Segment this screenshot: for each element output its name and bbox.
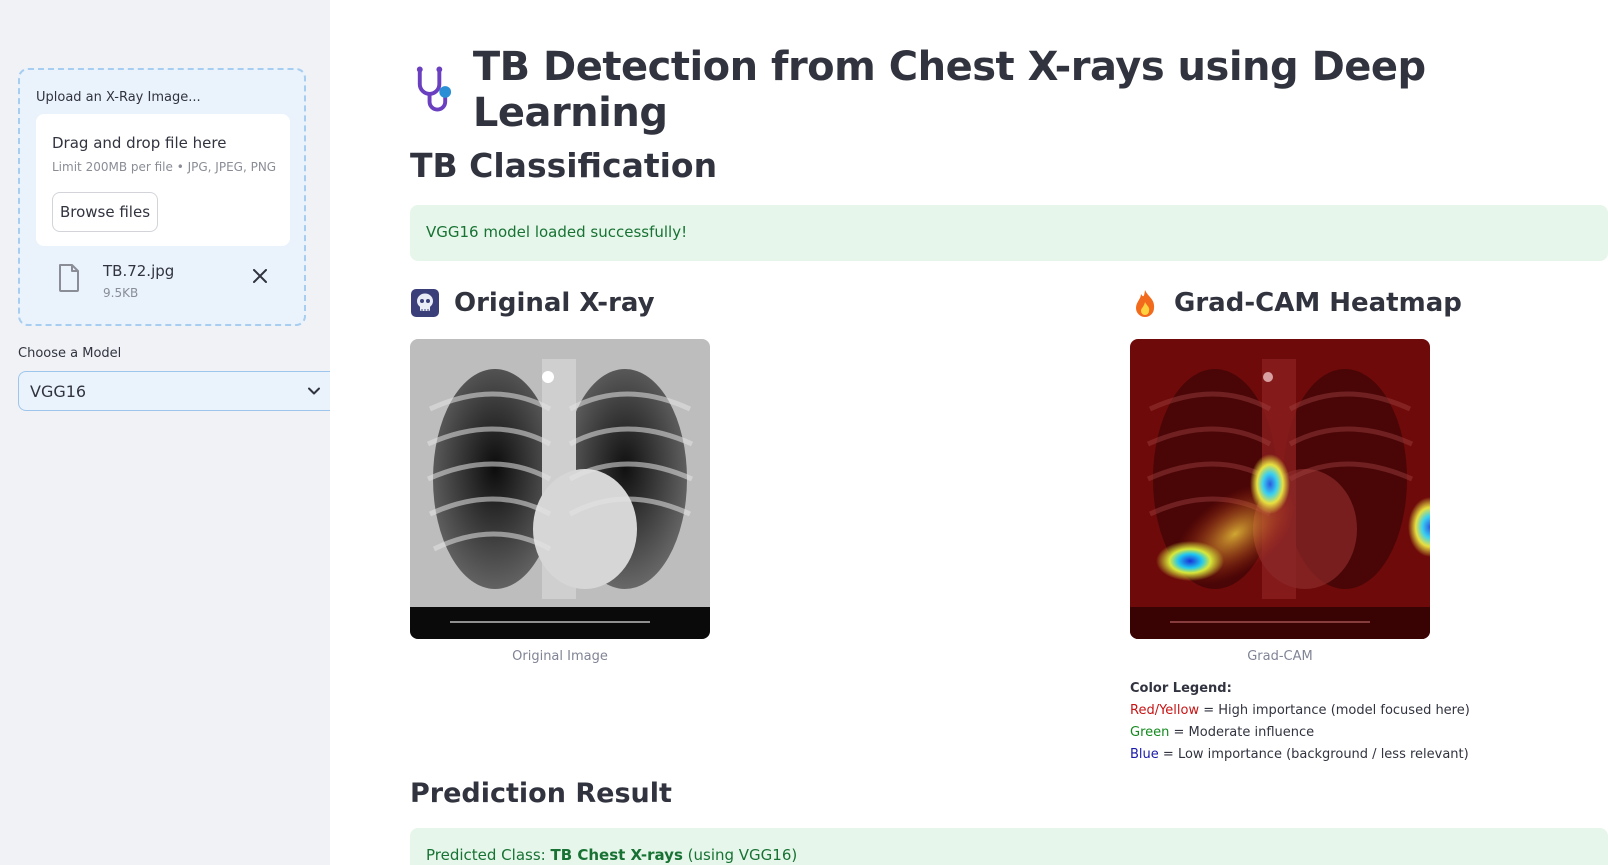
legend-item-green: Green = Moderate influence — [1130, 722, 1470, 744]
model-select[interactable]: VGG16 — [18, 371, 330, 411]
prediction-alert: Predicted Class: TB Chest X-rays (using … — [410, 828, 1608, 865]
prediction-text: Predicted Class: TB Chest X-rays (using … — [426, 846, 797, 864]
legend-desc: = High importance (model focused here) — [1203, 703, 1470, 718]
dropzone-title: Drag and drop file here — [52, 134, 227, 152]
prediction-prefix: Predicted Class: — [426, 846, 551, 864]
legend-key: Blue — [1130, 747, 1159, 762]
browse-files-button[interactable]: Browse files — [52, 192, 158, 232]
original-image-caption: Original Image — [512, 649, 608, 664]
uploader-label: Upload an X-Ray Image... — [36, 90, 201, 105]
legend-item-red-yellow: Red/Yellow = High importance (model focu… — [1130, 700, 1470, 722]
gradcam-caption: Grad-CAM — [1247, 649, 1313, 664]
uploaded-file-row: TB.72.jpg 9.5KB — [36, 256, 290, 306]
gradcam-heatmap-image — [1130, 339, 1430, 639]
original-xray-heading: Original X-ray — [410, 288, 655, 318]
sidebar: Upload an X-Ray Image... Drag and drop f… — [0, 0, 330, 865]
legend-desc: = Moderate influence — [1173, 725, 1315, 740]
close-icon[interactable] — [248, 264, 272, 288]
legend-item-blue: Blue = Low importance (background / less… — [1130, 744, 1470, 766]
page-title: TB Detection from Chest X-rays using Dee… — [410, 44, 1608, 136]
model-loaded-alert: VGG16 model loaded successfully! — [410, 205, 1608, 261]
classification-heading: TB Classification — [410, 146, 718, 185]
dropzone[interactable]: Drag and drop file here Limit 200MB per … — [36, 114, 290, 246]
legend-key: Green — [1130, 725, 1170, 740]
skull-xray-icon — [411, 289, 439, 317]
chevron-down-icon — [308, 387, 320, 395]
stethoscope-icon — [416, 66, 452, 112]
original-xray-heading-text: Original X-ray — [454, 288, 655, 318]
page-title-text: TB Detection from Chest X-rays using Dee… — [472, 44, 1426, 136]
model-select-value: VGG16 — [30, 382, 87, 401]
file-name: TB.72.jpg — [103, 262, 175, 280]
prediction-suffix: (using VGG16) — [682, 846, 798, 864]
legend-key: Red/Yellow — [1130, 703, 1200, 718]
model-select-label: Choose a Model — [18, 346, 122, 361]
gradcam-heading-text: Grad-CAM Heatmap — [1174, 288, 1462, 318]
original-xray-image — [410, 339, 710, 639]
gradcam-heading: Grad-CAM Heatmap — [1130, 288, 1462, 318]
model-loaded-message: VGG16 model loaded successfully! — [426, 223, 688, 241]
legend-desc: = Low importance (background / less rele… — [1162, 747, 1469, 762]
predicted-class: TB Chest X-rays — [550, 846, 683, 864]
upload-limit-text: Limit 200MB per file • JPG, JPEG, PNG — [52, 160, 277, 174]
file-icon — [59, 264, 79, 292]
fire-icon — [1136, 290, 1155, 317]
file-uploader: Upload an X-Ray Image... Drag and drop f… — [18, 68, 306, 326]
color-legend: Color Legend: Red/Yellow = High importan… — [1130, 678, 1470, 766]
file-size: 9.5KB — [103, 286, 139, 300]
legend-title: Color Legend: — [1130, 681, 1232, 696]
prediction-heading: Prediction Result — [410, 778, 672, 809]
